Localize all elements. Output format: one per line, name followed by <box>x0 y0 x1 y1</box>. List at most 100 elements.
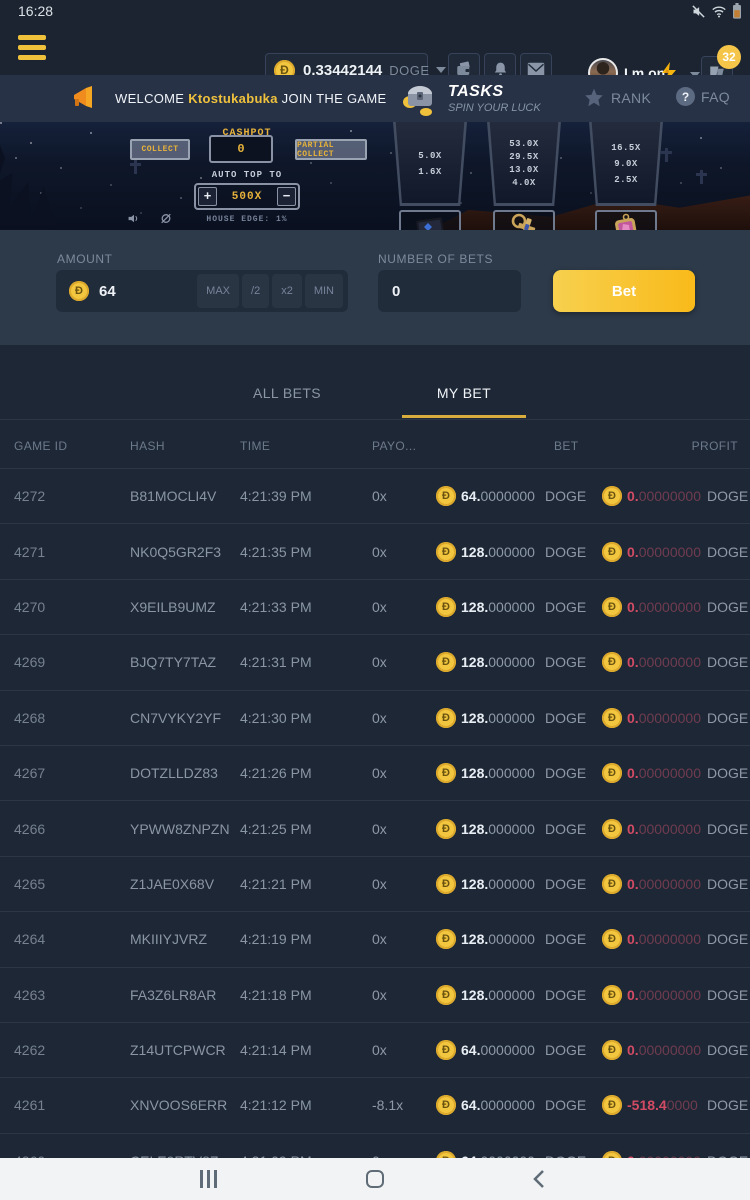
bet-int: 128. <box>461 654 488 670</box>
cell-bet-currency: DOGE <box>545 821 586 837</box>
cell-bet-amount: 128.000000 <box>461 987 535 1003</box>
number-of-bets-input[interactable]: 0 <box>378 270 521 312</box>
bet-int: 128. <box>461 821 488 837</box>
cell-game-id: 4265 <box>14 876 45 892</box>
cell-payout: 0x <box>372 821 387 837</box>
cell-payout: 0x <box>372 987 387 1003</box>
min-button[interactable]: MIN <box>305 274 343 308</box>
tasks-text: TASKS SPIN YOUR LUCK <box>448 83 541 114</box>
multiplier-tower: 16.5X9.0X2.5X <box>584 122 668 206</box>
tasks-chest-icon <box>400 78 440 118</box>
cell-bet-amount: 64.0000000 <box>461 488 535 504</box>
doge-coin-icon: Ð <box>436 819 456 839</box>
auto-top-stepper: + 500X − <box>194 183 300 210</box>
profit-int: 0. <box>627 987 639 1003</box>
table-row: 4272B81MOCLI4V4:21:39 PM0xÐ64.0000000DOG… <box>0 468 750 523</box>
recent-apps-button[interactable] <box>200 1170 217 1188</box>
cell-profit-currency: DOGE <box>707 544 748 560</box>
faq-link[interactable]: ? FAQ <box>676 87 730 106</box>
megaphone-icon <box>72 86 98 110</box>
amount-input-group: Ð 64 MAX /2 x2 MIN <box>56 270 348 312</box>
cell-game-id: 4270 <box>14 599 45 615</box>
profit-dec: 00000000 <box>639 599 701 615</box>
promo-banner: WELCOME Ktostukabuka JOIN THE GAME TASKS… <box>0 75 750 122</box>
collect-button[interactable]: COLLECT <box>130 139 190 160</box>
chevron-down-icon <box>436 67 446 73</box>
half-button[interactable]: /2 <box>242 274 269 308</box>
multiplier-value: 1.6X <box>418 167 442 177</box>
android-nav-bar <box>0 1158 750 1200</box>
cell-profit-amount: 0.00000000 <box>627 821 701 837</box>
tab-my-bet[interactable]: MY BET <box>389 385 539 401</box>
col-payout: PAYO... <box>372 439 416 453</box>
status-icons <box>691 3 742 19</box>
hamburger-menu-icon[interactable] <box>18 35 46 61</box>
profit-int: 0. <box>627 488 639 504</box>
profit-dec: 0000 <box>667 1097 698 1113</box>
cell-time: 4:21:18 PM <box>240 987 312 1003</box>
doge-coin-icon: Ð <box>436 985 456 1005</box>
table-row: 4261XNVOOS6ERR4:21:12 PM-8.1xÐ64.0000000… <box>0 1077 750 1132</box>
bet-button[interactable]: Bet <box>553 270 695 312</box>
cell-payout: 0x <box>372 1042 387 1058</box>
profit-int: 0. <box>627 544 639 560</box>
tab-all-bets[interactable]: ALL BETS <box>212 385 362 401</box>
cell-time: 4:21:39 PM <box>240 488 312 504</box>
welcome-message: WELCOME Ktostukabuka JOIN THE GAME <box>115 91 386 106</box>
cell-game-id: 4263 <box>14 987 45 1003</box>
profit-int: 0. <box>627 599 639 615</box>
cell-bet-currency: DOGE <box>545 488 586 504</box>
active-tab-underline <box>402 415 526 418</box>
auto-top-label: AUTO TOP TO <box>160 170 334 180</box>
cross-pendant-relic[interactable] <box>493 210 555 230</box>
cell-bet-currency: DOGE <box>545 876 586 892</box>
cell-hash: MKIIIYJVRZ <box>130 931 207 947</box>
plant-silhouette <box>0 130 56 225</box>
cell-game-id: 4266 <box>14 821 45 837</box>
cell-profit-currency: DOGE <box>707 821 748 837</box>
profit-dec: 00000000 <box>639 710 701 726</box>
increase-button[interactable]: + <box>198 187 217 206</box>
rank-link[interactable]: RANK <box>583 87 651 108</box>
bet-dec: 0000000 <box>480 1097 535 1113</box>
max-button[interactable]: MAX <box>197 274 239 308</box>
profit-int: 0. <box>627 710 639 726</box>
table-row: 4269BJQ7TY7TAZ4:21:31 PM0xÐ128.000000DOG… <box>0 634 750 689</box>
amount-input[interactable]: 64 <box>99 283 194 300</box>
profit-dec: 00000000 <box>639 931 701 947</box>
back-button[interactable] <box>532 1170 546 1188</box>
cell-game-id: 4268 <box>14 710 45 726</box>
double-button[interactable]: x2 <box>272 274 302 308</box>
doge-coin-icon: Ð <box>602 1040 622 1060</box>
partial-collect-button[interactable]: PARTIAL COLLECT <box>295 139 367 160</box>
cell-bet-currency: DOGE <box>545 987 586 1003</box>
profit-int: 0. <box>627 1042 639 1058</box>
cell-bet-currency: DOGE <box>545 654 586 670</box>
cell-time: 4:21:35 PM <box>240 544 312 560</box>
cell-time: 4:21:33 PM <box>240 599 312 615</box>
home-button[interactable] <box>366 1170 384 1188</box>
profit-int: 0. <box>627 876 639 892</box>
speaker-icon[interactable] <box>127 212 141 225</box>
multiplier-value: 2.5X <box>614 175 638 185</box>
cell-game-id: 4269 <box>14 654 45 670</box>
amulet-relic[interactable] <box>595 210 657 230</box>
tasks-link[interactable]: TASKS SPIN YOUR LUCK <box>400 78 541 118</box>
cell-game-id: 4271 <box>14 544 45 560</box>
col-profit: PROFIT <box>688 439 738 453</box>
table-row: 4264MKIIIYJVRZ4:21:19 PM0xÐ128.000000DOG… <box>0 911 750 966</box>
grave-cross-icon <box>665 148 668 162</box>
profit-dec: 00000000 <box>639 876 701 892</box>
multiplier-value: 9.0X <box>614 159 638 169</box>
decrease-button[interactable]: − <box>277 187 296 206</box>
spellbook-relic[interactable] <box>399 210 461 230</box>
cell-game-id: 4264 <box>14 931 45 947</box>
cell-profit-currency: DOGE <box>707 599 748 615</box>
doge-coin-icon: Ð <box>602 874 622 894</box>
doge-coin-icon: Ð <box>436 708 456 728</box>
bet-int: 64. <box>461 488 480 504</box>
cell-bet-currency: DOGE <box>545 765 586 781</box>
cell-profit-amount: 0.00000000 <box>627 1042 701 1058</box>
profit-dec: 00000000 <box>639 987 701 1003</box>
cell-bet-currency: DOGE <box>545 1042 586 1058</box>
